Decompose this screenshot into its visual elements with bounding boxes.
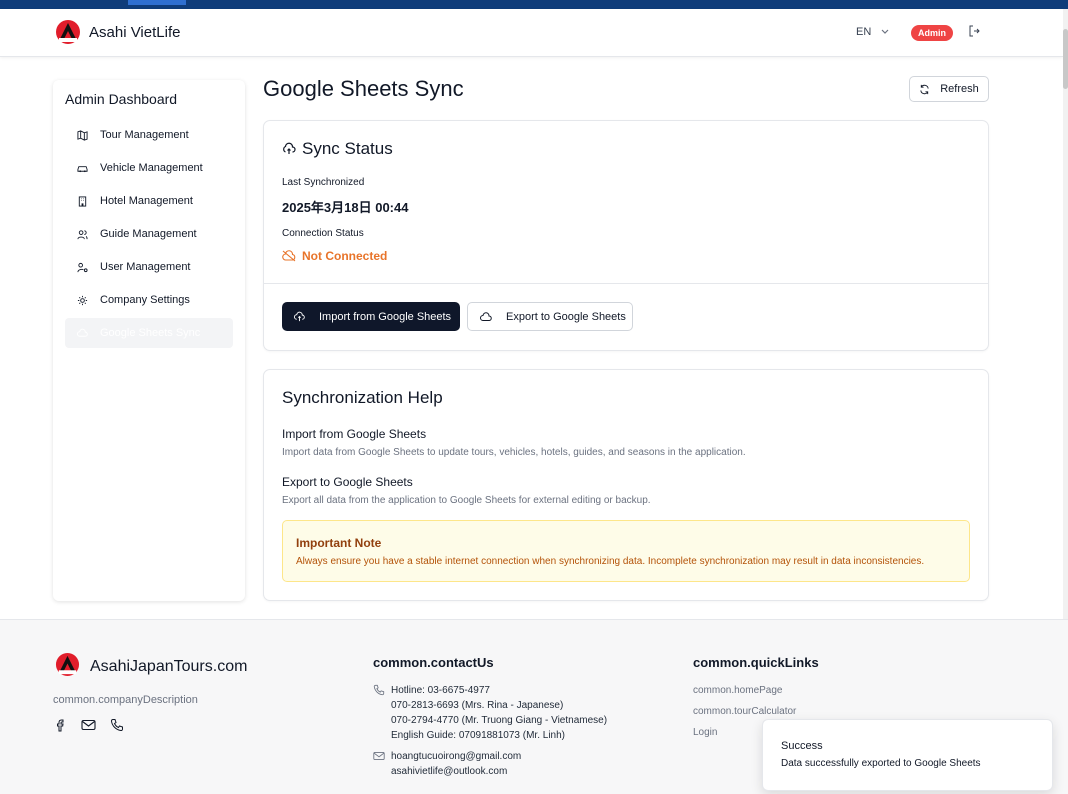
user-key-icon xyxy=(77,262,88,272)
email-link[interactable]: asahivietlife@outlook.com xyxy=(391,764,521,779)
page-scrollbar[interactable] xyxy=(1063,9,1068,619)
sidebar-item-guides[interactable]: Guide Management xyxy=(65,219,233,249)
footer-brand-name: AsahiJapanTours.com xyxy=(90,658,248,675)
cloud-icon xyxy=(77,328,88,337)
logo-icon xyxy=(55,652,80,682)
success-toast[interactable]: Success Data successfully exported to Go… xyxy=(762,719,1053,791)
footer-description: common.companyDescription xyxy=(53,694,198,706)
sidebar-item-users[interactable]: User Management xyxy=(65,252,233,282)
sidebar-item-hotels[interactable]: Hotel Management xyxy=(65,186,233,216)
cloud-icon xyxy=(480,311,492,321)
users-icon xyxy=(77,229,88,239)
export-help-desc: Export all data from the application to … xyxy=(282,495,651,506)
phone-icon xyxy=(373,684,385,696)
sidebar-item-label: Tour Management xyxy=(100,129,189,141)
card-divider xyxy=(264,283,988,284)
logout-icon[interactable] xyxy=(968,24,980,42)
sidebar-item-vehicles[interactable]: Vehicle Management xyxy=(65,153,233,183)
building-icon xyxy=(78,195,87,207)
sidebar-item-label: Hotel Management xyxy=(100,195,193,207)
mail-icon[interactable] xyxy=(81,718,96,732)
facebook-icon[interactable] xyxy=(53,718,67,732)
role-badge: Admin xyxy=(911,25,953,41)
toast-title: Success xyxy=(781,740,823,752)
contact-info: Hotline: 03-6675-4977 070-2813-6693 (Mrs… xyxy=(373,683,607,779)
sidebar-item-label: Guide Management xyxy=(100,228,197,240)
email-link[interactable]: hoangtucuoirong@gmail.com xyxy=(391,749,521,764)
car-icon xyxy=(77,165,88,172)
last-sync-value: 2025年3月18日 00:44 xyxy=(282,200,409,215)
browser-top-strip xyxy=(0,0,1068,9)
sidebar-title: Admin Dashboard xyxy=(65,91,178,107)
admin-sidebar: Admin Dashboard Tour Management Vehicle … xyxy=(53,80,245,601)
connection-status-label: Connection Status xyxy=(282,228,364,239)
logo-icon xyxy=(55,19,81,45)
note-title: Important Note xyxy=(296,536,382,550)
active-tab-marker xyxy=(128,0,186,5)
important-note: Important Note Always ensure you have a … xyxy=(282,520,970,582)
quick-links-title: common.quickLinks xyxy=(693,655,819,670)
language-label: EN xyxy=(856,26,872,38)
email-block: hoangtucuoirong@gmail.com asahivietlife@… xyxy=(373,749,607,779)
page-title: Google Sheets Sync xyxy=(263,76,464,101)
hotline-block: Hotline: 03-6675-4977 070-2813-6693 (Mrs… xyxy=(373,683,607,743)
chevron-down-icon xyxy=(881,26,889,38)
brand[interactable]: Asahi VietLife xyxy=(55,19,180,45)
app-header: Asahi VietLife EN Admin xyxy=(0,9,1063,57)
language-selector[interactable]: EN xyxy=(856,26,889,38)
sidebar-item-company-settings[interactable]: Company Settings xyxy=(65,285,233,315)
sync-status-card: Sync Status Last Synchronized 2025年3月18日… xyxy=(263,120,989,351)
sidebar-item-label: Company Settings xyxy=(100,294,190,306)
cloud-upload-icon xyxy=(294,311,305,322)
sync-status-heading: Sync Status xyxy=(282,139,393,159)
refresh-label: Refresh xyxy=(940,83,979,95)
import-help-title: Import from Google Sheets xyxy=(282,427,427,441)
quick-link-tour-calculator[interactable]: common.tourCalculator xyxy=(693,706,796,717)
map-icon xyxy=(77,129,88,141)
refresh-icon xyxy=(920,84,929,94)
sidebar-item-label: Vehicle Management xyxy=(100,162,203,174)
quick-link-home[interactable]: common.homePage xyxy=(693,685,783,696)
import-button[interactable]: Import from Google Sheets xyxy=(282,302,460,331)
last-sync-label: Last Synchronized xyxy=(282,177,365,188)
import-button-label: Import from Google Sheets xyxy=(319,310,452,323)
gear-icon xyxy=(77,295,88,305)
sidebar-item-tours[interactable]: Tour Management xyxy=(65,120,233,150)
export-help-title: Export to Google Sheets xyxy=(282,475,413,489)
quick-link-login[interactable]: Login xyxy=(693,727,717,738)
refresh-button[interactable]: Refresh xyxy=(909,76,989,102)
hotline-line: 070-2794-4770 (Mr. Truong Giang - Vietna… xyxy=(391,715,608,726)
hotline-line: 070-2813-6693 (Mrs. Rina - Japanese) xyxy=(391,700,564,711)
sidebar-item-google-sheets-sync[interactable]: Google Sheets Sync xyxy=(65,318,233,348)
export-button[interactable]: Export to Google Sheets xyxy=(467,302,633,331)
scrollbar-thumb[interactable] xyxy=(1063,29,1068,89)
phone-icon[interactable] xyxy=(110,718,124,732)
sidebar-item-label: Google Sheets Sync xyxy=(100,327,201,339)
import-help-desc: Import data from Google Sheets to update… xyxy=(282,447,746,458)
contact-title: common.contactUs xyxy=(373,655,494,670)
sync-status-title: Sync Status xyxy=(302,139,393,158)
cloud-off-icon xyxy=(282,250,296,262)
export-button-label: Export to Google Sheets xyxy=(506,310,626,323)
hotline-line: English Guide: 07091881073 (Mr. Linh) xyxy=(391,730,566,741)
brand-name: Asahi VietLife xyxy=(89,23,181,41)
footer-social xyxy=(53,718,124,732)
hotline-line: Hotline: 03-6675-4977 xyxy=(391,685,490,696)
cloud-sync-icon xyxy=(283,142,296,154)
footer-brand: AsahiJapanTours.com xyxy=(55,652,247,682)
sync-help-card: Synchronization Help Import from Google … xyxy=(263,369,989,601)
note-text: Always ensure you have a stable internet… xyxy=(296,556,925,567)
toast-message: Data successfully exported to Google She… xyxy=(781,758,981,769)
connection-status-value: Not Connected xyxy=(302,249,388,263)
sync-help-title: Synchronization Help xyxy=(282,388,443,407)
mail-icon xyxy=(373,751,385,761)
connection-status: Not Connected xyxy=(282,249,387,263)
sidebar-item-label: User Management xyxy=(100,261,191,273)
